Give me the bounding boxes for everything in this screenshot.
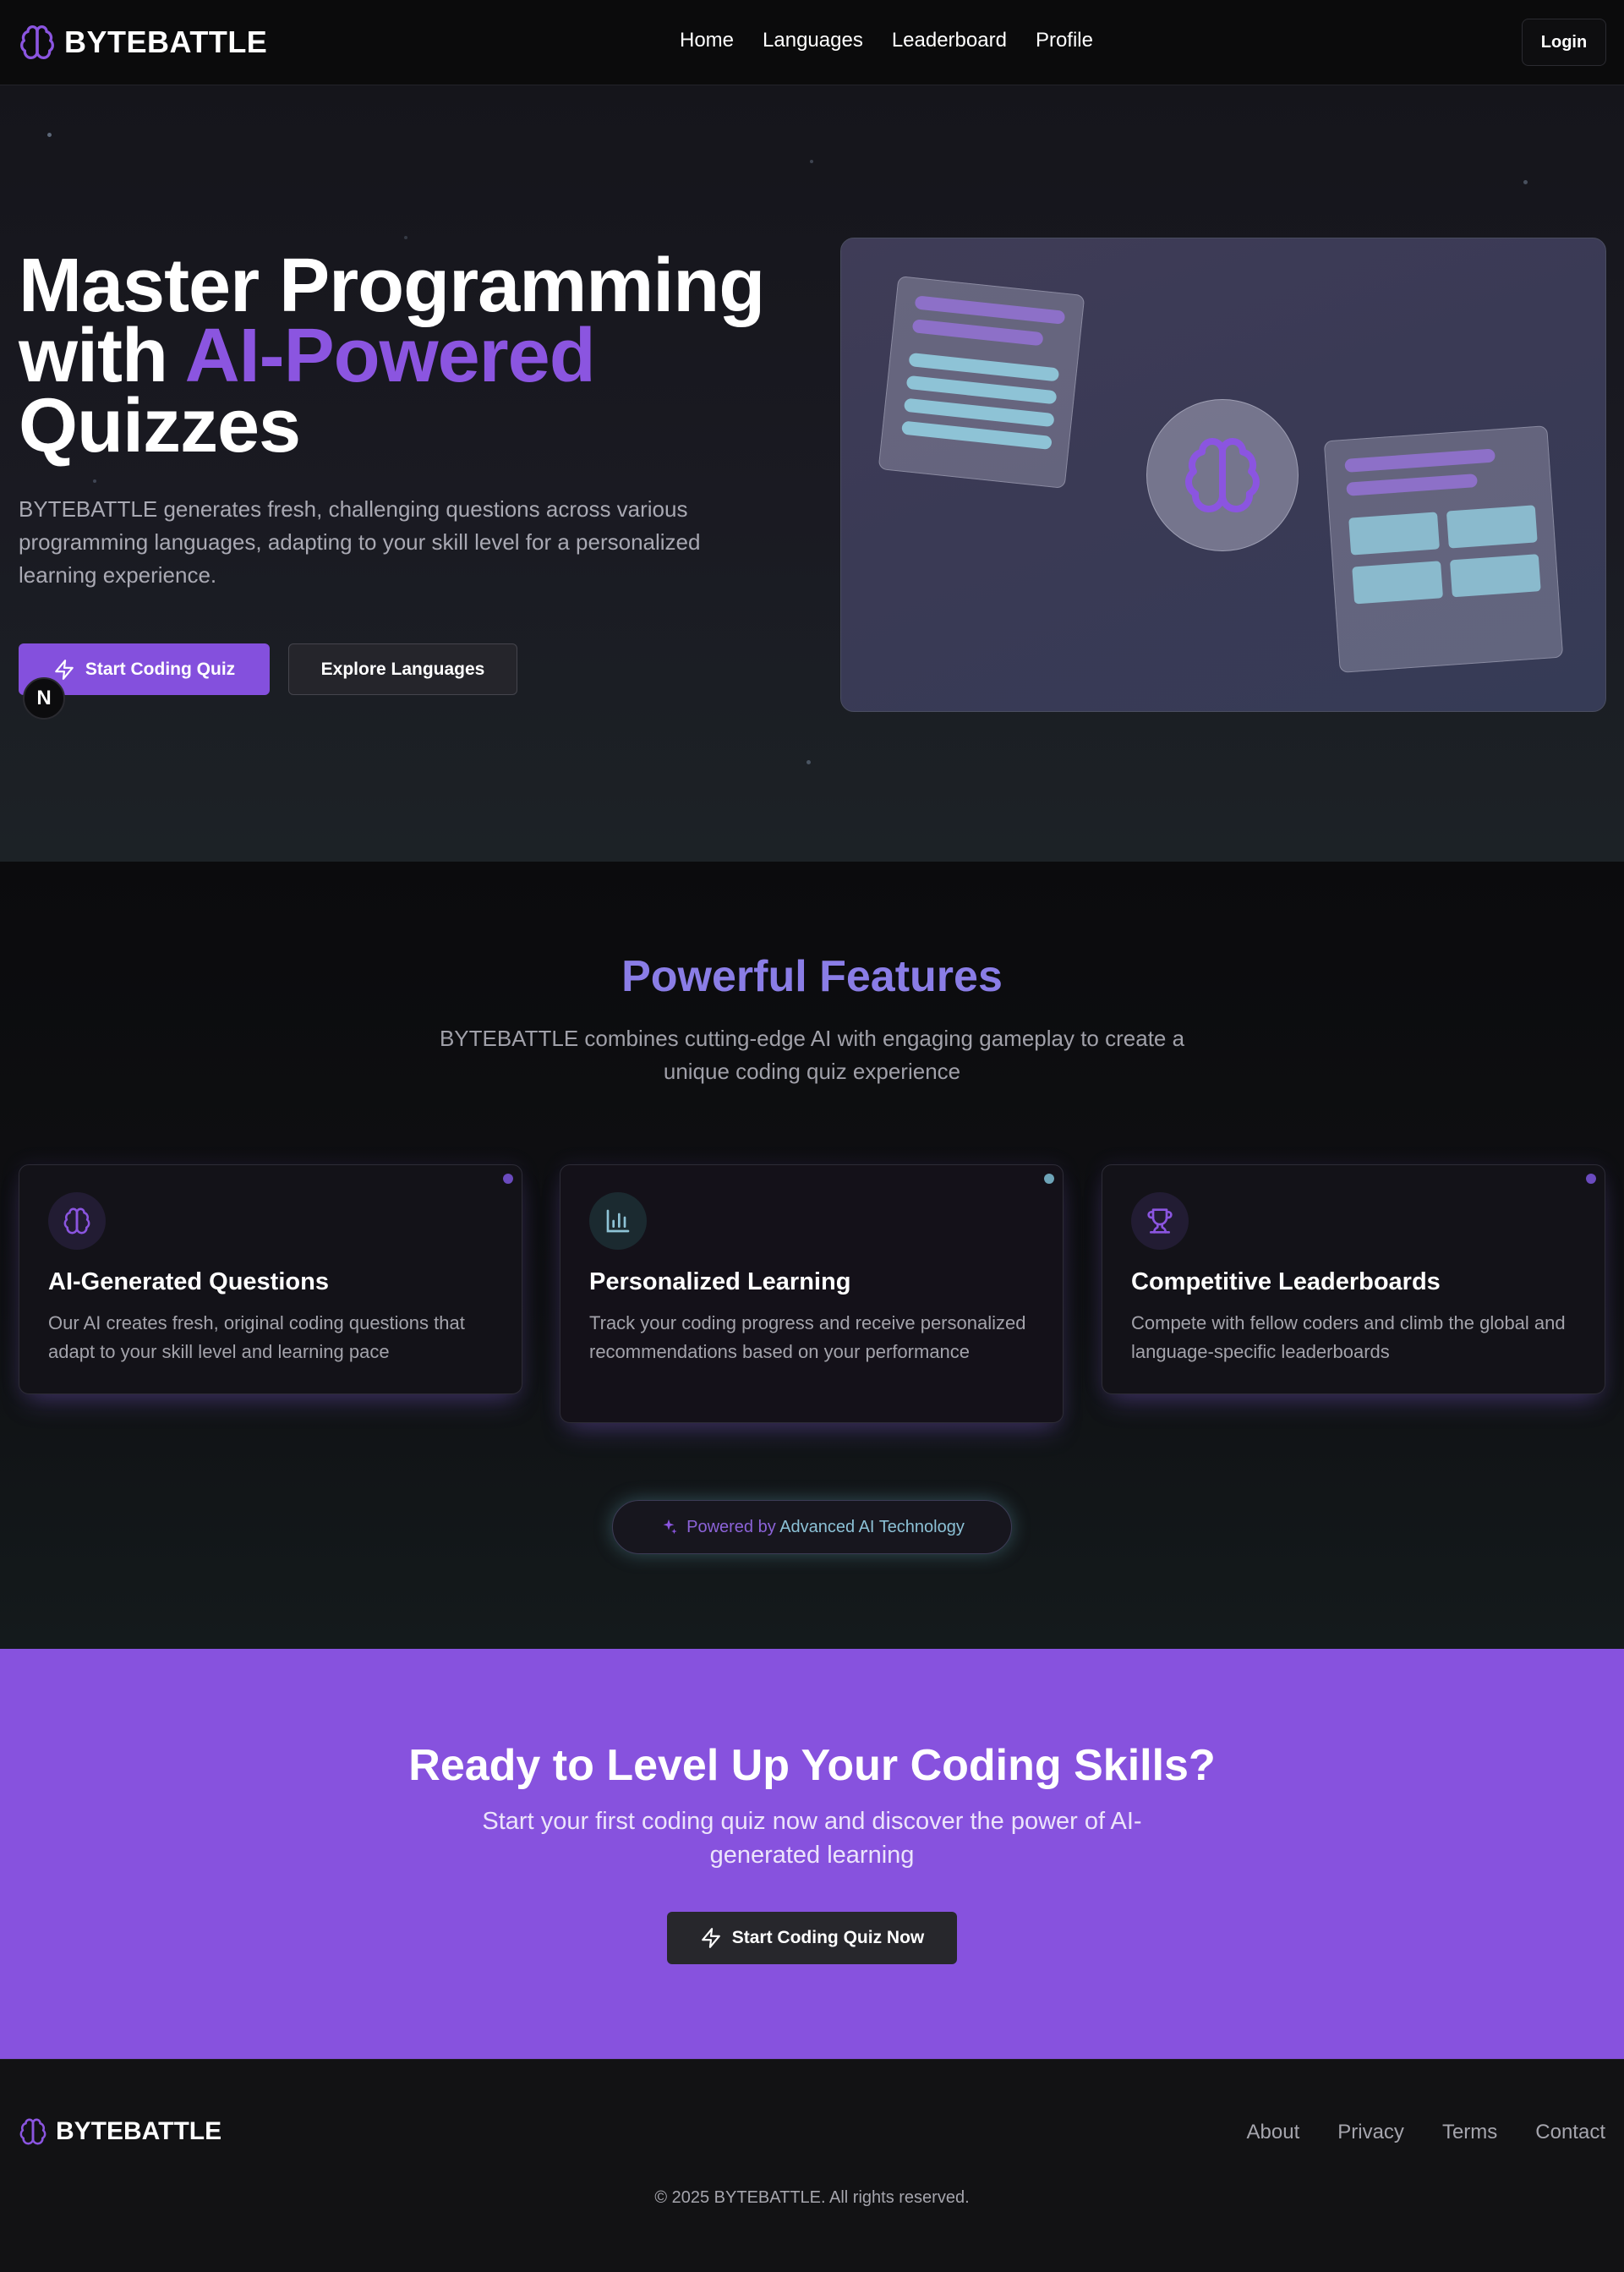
- feature-icon-wrapper: [589, 1192, 647, 1250]
- answer-tile: [1348, 512, 1440, 556]
- feature-description: Compete with fellow coders and climb the…: [1131, 1312, 1566, 1362]
- brain-icon: [20, 25, 54, 59]
- brain-circle: [1146, 399, 1299, 551]
- brain-icon: [1185, 437, 1260, 512]
- answer-tile: [1449, 554, 1541, 598]
- feature-title: AI-Generated Questions: [48, 1268, 329, 1295]
- quiz-card-illustration: [878, 276, 1085, 489]
- footer-brand[interactable]: BYTEBATTLE: [19, 2117, 221, 2146]
- start-coding-quiz-label: Start Coding Quiz: [85, 659, 236, 679]
- cta-title: Ready to Level Up Your Coding Skills?: [408, 1741, 1216, 1790]
- feature-description: Track your coding progress and receive p…: [589, 1312, 1026, 1362]
- footer-link-contact[interactable]: Contact: [1535, 2121, 1605, 2144]
- copyright-text: © 2025 BYTEBATTLE. All rights reserved.: [654, 2188, 970, 2207]
- nav-link-profile[interactable]: Profile: [1036, 29, 1093, 52]
- star-decoration: [47, 133, 52, 137]
- hero-section: Master Programming with AI-Powered Quizz…: [0, 85, 1624, 862]
- footer-link-about[interactable]: About: [1247, 2121, 1300, 2144]
- answer-tile: [1352, 561, 1444, 605]
- nav-link-languages[interactable]: Languages: [763, 29, 863, 52]
- footer-link-privacy[interactable]: Privacy: [1337, 2121, 1404, 2144]
- feature-icon-wrapper: [48, 1192, 106, 1250]
- sparkles-icon: [663, 1519, 677, 1535]
- indicator-dot: [1586, 1174, 1596, 1184]
- feature-title: Personalized Learning: [589, 1268, 851, 1295]
- lightning-icon: [701, 1928, 720, 1948]
- footer: BYTEBATTLE About Privacy Terms Contact ©…: [0, 2059, 1624, 2272]
- hero-title: Master Programming with AI-Powered Quizz…: [19, 248, 765, 464]
- features-title: Powerful Features: [621, 952, 1003, 1001]
- nav-links: Home Languages Leaderboard Profile: [680, 29, 1093, 52]
- brain-icon: [63, 1207, 90, 1235]
- indicator-dot: [503, 1174, 513, 1184]
- powered-by-badge: Powered by Advanced AI Technology: [612, 1500, 1012, 1554]
- nav-link-leaderboard[interactable]: Leaderboard: [892, 29, 1007, 52]
- feature-card-ai-questions[interactable]: AI-Generated Questions Our AI creates fr…: [19, 1164, 522, 1394]
- brand-name: BYTEBATTLE: [64, 25, 268, 59]
- explore-languages-button[interactable]: Explore Languages: [288, 643, 517, 695]
- brand-logo[interactable]: BYTEBATTLE: [19, 24, 267, 61]
- features-subtitle: BYTEBATTLE combines cutting-edge AI with…: [439, 1026, 1185, 1084]
- star-decoration: [404, 236, 407, 239]
- star-decoration: [807, 760, 811, 764]
- start-coding-quiz-now-button[interactable]: Start Coding Quiz Now: [667, 1912, 957, 1964]
- hero-illustration: [840, 238, 1606, 712]
- text-line: [911, 319, 1044, 347]
- trophy-icon: [1147, 1208, 1173, 1234]
- feature-description: Our AI creates fresh, original coding qu…: [48, 1312, 465, 1362]
- features-section: Powerful Features BYTEBATTLE combines cu…: [0, 862, 1624, 1649]
- feature-title: Competitive Leaderboards: [1131, 1268, 1441, 1295]
- footer-link-terms[interactable]: Terms: [1442, 2121, 1497, 2144]
- brain-icon: [19, 2118, 46, 2145]
- cta-subtitle: Start your first coding quiz now and dis…: [482, 1808, 1142, 1869]
- top-navbar: BYTEBATTLE Home Languages Leaderboard Pr…: [0, 0, 1624, 85]
- footer-links: About Privacy Terms Contact: [1247, 2121, 1605, 2144]
- bar-chart-icon: [606, 1209, 630, 1233]
- powered-by-prefix: Powered by: [686, 1517, 780, 1536]
- indicator-dot: [1044, 1174, 1054, 1184]
- nav-link-home[interactable]: Home: [680, 29, 734, 52]
- dev-badge[interactable]: N: [23, 677, 65, 720]
- start-coding-quiz-now-label: Start Coding Quiz Now: [731, 1928, 925, 1947]
- hero-description: BYTEBATTLE generates fresh, challenging …: [19, 496, 701, 588]
- lightning-icon: [54, 659, 74, 680]
- feature-card-personalized-learning[interactable]: Personalized Learning Track your coding …: [560, 1164, 1064, 1423]
- footer-brand-name: BYTEBATTLE: [56, 2117, 222, 2145]
- star-decoration: [1523, 180, 1528, 184]
- text-line: [1346, 474, 1478, 496]
- text-line: [901, 420, 1053, 451]
- answer-tile: [1446, 505, 1538, 549]
- answer-card-illustration: [1323, 425, 1564, 673]
- powered-by-suffix: Advanced AI Technology: [779, 1517, 965, 1536]
- star-decoration: [93, 479, 96, 483]
- star-decoration: [810, 160, 813, 163]
- cta-section: Ready to Level Up Your Coding Skills? St…: [0, 1649, 1624, 2059]
- feature-icon-wrapper: [1131, 1192, 1189, 1250]
- dev-badge-letter: N: [36, 687, 52, 709]
- feature-card-leaderboards[interactable]: Competitive Leaderboards Compete with fe…: [1102, 1164, 1605, 1394]
- login-button[interactable]: Login: [1522, 19, 1606, 66]
- explore-languages-label: Explore Languages: [320, 659, 485, 679]
- hero-title-line3: Quizzes: [19, 384, 301, 468]
- text-line: [1344, 448, 1496, 473]
- text-line: [914, 295, 1066, 325]
